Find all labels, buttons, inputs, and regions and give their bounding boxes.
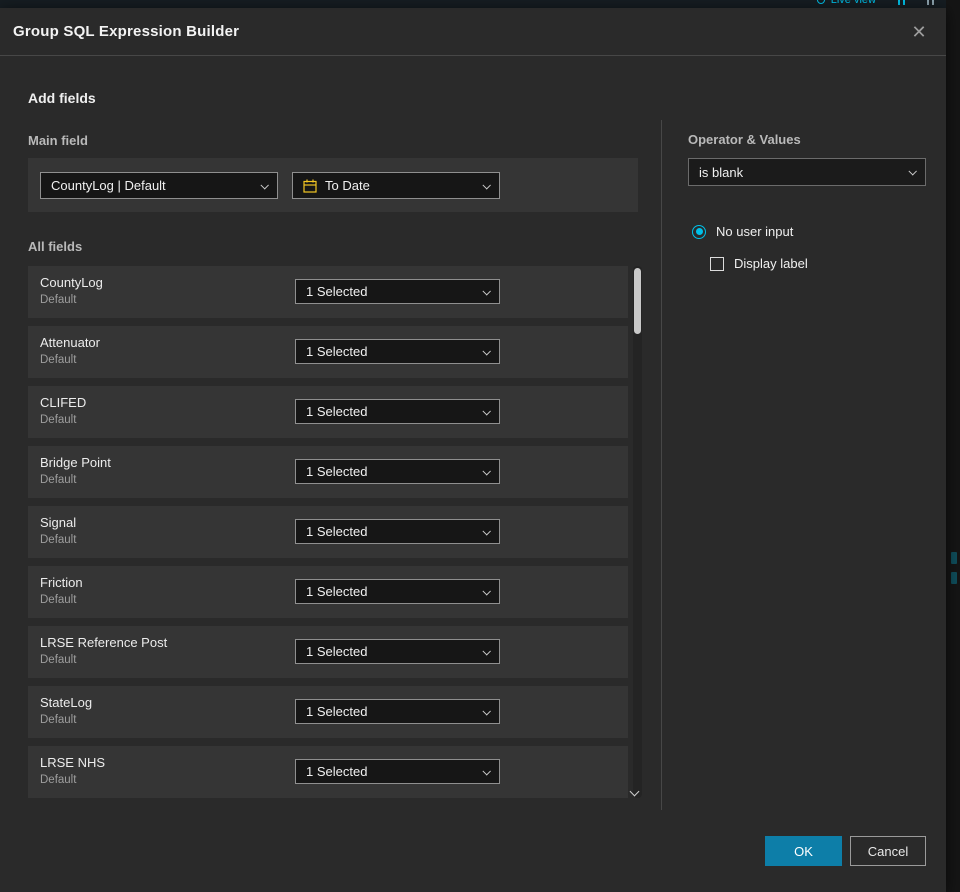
field-name: Signal [40, 515, 77, 530]
selected-count: 1 Selected [306, 464, 368, 479]
chevron-down-icon [482, 406, 491, 416]
chevron-down-icon [482, 646, 491, 656]
live-view-label: Live view [830, 0, 876, 6]
field-name: Friction [40, 575, 83, 590]
field-select-dropdown[interactable]: 1 Selected [295, 339, 500, 364]
scrollbar-thumb[interactable] [634, 268, 641, 334]
panel-toggle-icon[interactable] [898, 0, 905, 5]
selected-count: 1 Selected [306, 524, 368, 539]
field-select-dropdown[interactable]: 1 Selected [295, 399, 500, 424]
group-sql-expression-builder-dialog: Group SQL Expression Builder ✕ Add field… [0, 8, 946, 892]
field-select-dropdown[interactable]: 1 Selected [295, 699, 500, 724]
field-subtitle: Default [40, 654, 77, 666]
date-mode-dropdown[interactable]: To Date [292, 172, 500, 199]
display-label-label: Display label [734, 256, 808, 271]
fields-scrollbar[interactable] [633, 266, 642, 798]
field-select-dropdown[interactable]: 1 Selected [295, 459, 500, 484]
app-right-edge [946, 0, 960, 892]
selected-count: 1 Selected [306, 284, 368, 299]
field-subtitle: Default [40, 354, 77, 366]
field-name: LRSE NHS [40, 755, 106, 770]
main-field-label: Main field [28, 133, 88, 148]
field-row: StateLog Default 1 Selected [28, 686, 628, 738]
field-name: StateLog [40, 695, 93, 710]
main-field-panel: CountyLog | Default To Date [28, 158, 638, 212]
date-mode-dropdown-value: To Date [325, 178, 370, 193]
chevron-down-icon [260, 180, 269, 190]
main-field-dropdown[interactable]: CountyLog | Default [40, 172, 278, 199]
live-view-toggle[interactable]: Live view [816, 0, 876, 6]
main-field-dropdown-value: CountyLog | Default [51, 178, 166, 193]
calendar-icon [303, 179, 317, 193]
field-row: Attenuator Default 1 Selected [28, 326, 628, 378]
all-fields-list: CountyLog Default 1 Selected Attenuator … [28, 266, 628, 806]
field-subtitle: Default [40, 534, 77, 546]
field-name: Bridge Point [40, 455, 111, 470]
display-label-checkbox[interactable]: Display label [710, 256, 808, 271]
operator-dropdown-value: is blank [699, 164, 744, 180]
chevron-down-icon [482, 466, 491, 476]
field-row: Signal Default 1 Selected [28, 506, 628, 558]
cancel-button[interactable]: Cancel [850, 836, 926, 866]
field-subtitle: Default [40, 414, 77, 426]
field-row: Friction Default 1 Selected [28, 566, 628, 618]
field-name: CLIFED [40, 395, 87, 410]
field-subtitle: Default [40, 714, 77, 726]
field-row: LRSE Reference Post Default 1 Selected [28, 626, 628, 678]
checkbox-unchecked-icon [710, 256, 724, 271]
field-select-dropdown[interactable]: 1 Selected [295, 639, 500, 664]
chevron-down-icon [482, 180, 491, 190]
dialog-title: Group SQL Expression Builder [13, 23, 240, 40]
no-user-input-radio[interactable]: No user input [692, 224, 793, 239]
selected-count: 1 Selected [306, 764, 368, 779]
selected-count: 1 Selected [306, 644, 368, 659]
layout-columns-icon[interactable] [927, 0, 934, 5]
chevron-down-icon [482, 346, 491, 356]
chevron-down-icon [908, 167, 917, 176]
chevron-down-icon [482, 766, 491, 776]
column-divider [661, 120, 662, 810]
app-topbar: Live view [0, 0, 960, 8]
selected-count: 1 Selected [306, 584, 368, 599]
selected-count: 1 Selected [306, 344, 368, 359]
no-user-input-label: No user input [716, 224, 794, 239]
field-row: Bridge Point Default 1 Selected [28, 446, 628, 498]
operator-values-label: Operator & Values [688, 132, 801, 147]
field-row: CLIFED Default 1 Selected [28, 386, 628, 438]
dialog-header: Group SQL Expression Builder ✕ [0, 8, 946, 56]
all-fields-label: All fields [28, 239, 83, 254]
field-subtitle: Default [40, 594, 77, 606]
field-subtitle: Default [40, 474, 77, 486]
field-name: CountyLog [40, 275, 103, 290]
field-select-dropdown[interactable]: 1 Selected [295, 759, 500, 784]
operator-dropdown[interactable]: is blank [688, 158, 926, 186]
radio-selected-icon [692, 224, 706, 239]
ok-button[interactable]: OK [765, 836, 842, 866]
field-subtitle: Default [40, 294, 77, 306]
field-select-dropdown[interactable]: 1 Selected [295, 279, 500, 304]
add-fields-heading: Add fields [28, 90, 96, 106]
field-name: LRSE Reference Post [40, 635, 168, 650]
chevron-down-icon [482, 586, 491, 596]
field-select-dropdown[interactable]: 1 Selected [295, 519, 500, 544]
canvas-handle-icon [951, 572, 957, 584]
selected-count: 1 Selected [306, 404, 368, 419]
field-row: CountyLog Default 1 Selected [28, 266, 628, 318]
live-view-dot-icon [816, 0, 825, 4]
selected-count: 1 Selected [306, 704, 368, 719]
field-row: LRSE NHS Default 1 Selected [28, 746, 628, 798]
field-select-dropdown[interactable]: 1 Selected [295, 579, 500, 604]
close-icon[interactable]: ✕ [906, 19, 932, 45]
field-subtitle: Default [40, 774, 77, 786]
chevron-down-icon [482, 526, 491, 536]
chevron-down-icon [482, 706, 491, 716]
canvas-handle-icon [951, 552, 957, 564]
chevron-down-icon [482, 286, 491, 296]
field-name: Attenuator [40, 335, 100, 350]
